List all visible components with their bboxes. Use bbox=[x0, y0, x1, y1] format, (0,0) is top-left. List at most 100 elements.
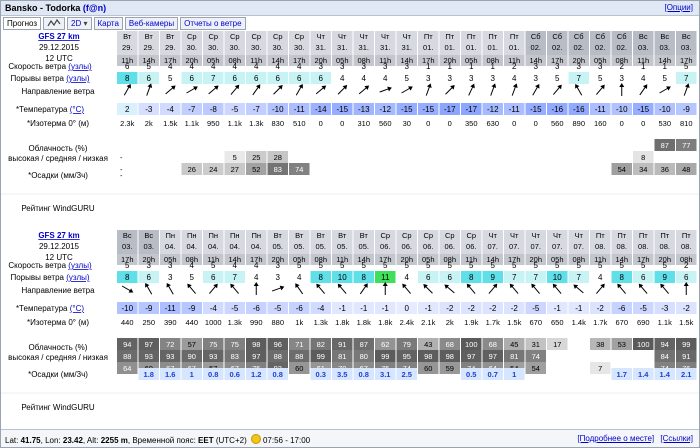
freezing-level-cell: 1.3k bbox=[314, 318, 328, 327]
wind-speed-cell: 1 bbox=[663, 62, 668, 71]
freezing-level-cell: 1.3k bbox=[228, 318, 242, 327]
wind-unit-link[interactable]: (узлы) bbox=[68, 261, 92, 270]
temperature-cell: -15 bbox=[637, 105, 649, 114]
day-label: Ср bbox=[466, 231, 476, 240]
wind-speed-label: Скорость ветра (узлы) bbox=[8, 62, 92, 71]
day-label: Ср bbox=[423, 231, 433, 240]
wind-speed-cell: 5 bbox=[340, 261, 345, 270]
wind-gust-cell: 5 bbox=[168, 74, 173, 83]
wind-gust-cell: 4 bbox=[254, 273, 259, 282]
day-label: Сб bbox=[552, 32, 562, 41]
wind-speed-cell: 5 bbox=[620, 261, 625, 270]
wind-unit-link[interactable]: (узлы) bbox=[68, 62, 92, 71]
day-label: Пт bbox=[424, 32, 433, 41]
wind-gust-cell: 8 bbox=[319, 273, 324, 282]
wind-speed-cell: 4 bbox=[190, 261, 195, 270]
temperature-cell: -11 bbox=[509, 105, 521, 114]
temperature-cell: -2 bbox=[683, 304, 691, 313]
temperature-cell: -8 bbox=[210, 105, 218, 114]
wind-speed-cell: 4 bbox=[211, 62, 216, 71]
wind-speed-cell: 4 bbox=[276, 62, 281, 71]
wind-direction-arrow-icon bbox=[402, 283, 411, 294]
freezing-level-cell: 0 bbox=[426, 119, 430, 128]
wind-direction-arrow-icon bbox=[382, 282, 388, 295]
temp-unit-link[interactable]: (°C) bbox=[70, 304, 85, 313]
freezing-level-cell: 670 bbox=[529, 318, 542, 327]
date-label: 02. bbox=[617, 43, 627, 52]
gust-unit-link[interactable]: (узлы) bbox=[66, 273, 90, 282]
precipitation-cell: 1.2 bbox=[251, 370, 261, 379]
day-label: Ср bbox=[187, 32, 197, 41]
temp-unit-link[interactable]: (°C) bbox=[70, 105, 85, 114]
temperature-cell: -13 bbox=[358, 105, 370, 114]
precipitation-cell: 0.8 bbox=[208, 370, 218, 379]
wind-speed-cell: 3 bbox=[362, 62, 367, 71]
day-label: Пт bbox=[617, 231, 626, 240]
freezing-level-cell: 1.8k bbox=[357, 318, 371, 327]
wind-gust-cell: 3 bbox=[168, 273, 173, 282]
model-link[interactable]: GFS 27 km bbox=[38, 231, 79, 240]
date-label: 29. bbox=[165, 43, 175, 52]
freezing-level-cell: 0 bbox=[641, 119, 645, 128]
wind-direction-arrow-icon bbox=[444, 284, 455, 294]
wind-speed-cell: 2 bbox=[620, 62, 625, 71]
cloud-cell: 90 bbox=[188, 352, 196, 361]
temperature-cell: -2 bbox=[446, 304, 454, 313]
wind-gust-cell: 8 bbox=[469, 273, 474, 282]
date-label: 08. bbox=[595, 242, 605, 251]
date-label: 02. bbox=[531, 43, 541, 52]
day-label: Чт bbox=[360, 32, 369, 41]
cloud-cell: 60 bbox=[295, 364, 303, 373]
temperature-cell: -5 bbox=[532, 304, 540, 313]
temperature-cell: -1 bbox=[360, 304, 368, 313]
day-label: Пт bbox=[488, 32, 497, 41]
wind-direction-arrow-icon bbox=[488, 283, 498, 294]
wind-speed-cell: 5 bbox=[534, 261, 539, 270]
more-about-spot-link[interactable]: [Подробнее о месте] bbox=[577, 434, 654, 443]
date-label: 08. bbox=[638, 242, 648, 251]
wind-speed-cell: 4 bbox=[297, 62, 302, 71]
precipitation-cell: 0.6 bbox=[230, 370, 240, 379]
wind-direction-arrow-icon bbox=[638, 283, 648, 294]
gust-unit-link[interactable]: (узлы) bbox=[66, 74, 90, 83]
wind-direction-arrow-icon bbox=[425, 83, 432, 96]
cloud-cell: 27 bbox=[231, 165, 239, 174]
freezing-level-cell: 2.1k bbox=[421, 318, 435, 327]
timezone-offset: (UTC+2) bbox=[215, 436, 247, 445]
precipitation-cell: 1.7 bbox=[617, 370, 627, 379]
freezing-level-cell: 690 bbox=[637, 318, 650, 327]
wind-direction-arrow-icon bbox=[573, 284, 584, 294]
day-label: Вт bbox=[274, 231, 283, 240]
wind-direction-arrow-icon bbox=[619, 83, 625, 96]
precipitation-cell: 0.8 bbox=[273, 370, 283, 379]
wind-direction-arrow-icon bbox=[273, 85, 283, 95]
precipitation-label: *Осадки (мм/3ч) bbox=[28, 370, 88, 379]
temperature-cell: -2 bbox=[468, 304, 476, 313]
day-label: Пт bbox=[596, 231, 605, 240]
precipitation-cell: 2.5 bbox=[402, 370, 412, 379]
wind-gust-cell: 9 bbox=[491, 273, 496, 282]
day-label: Сб bbox=[617, 32, 627, 41]
cloud-cell: 97 bbox=[489, 352, 497, 361]
cloud-cell: 81 bbox=[510, 352, 518, 361]
wind-direction-arrow-icon bbox=[186, 86, 198, 94]
temperature-cell: -1 bbox=[554, 304, 562, 313]
wind-direction-arrow-icon bbox=[596, 84, 605, 95]
model-link[interactable]: GFS 27 km bbox=[38, 32, 79, 41]
freezing-level-cell: 160 bbox=[594, 119, 607, 128]
date-label: 08. bbox=[681, 242, 691, 251]
freezing-level-cell: 0 bbox=[512, 119, 516, 128]
date-label: 31. bbox=[380, 43, 390, 52]
cloud-cell: 99 bbox=[317, 352, 325, 361]
wind-direction-arrow-icon bbox=[617, 283, 626, 294]
cloud-cell: 100 bbox=[637, 340, 650, 349]
temperature-cell: -4 bbox=[167, 105, 175, 114]
links-link[interactable]: [Ссылки] bbox=[660, 434, 693, 443]
wind-speed-cell: 5 bbox=[469, 261, 474, 270]
date-label: 04. bbox=[165, 242, 175, 251]
wind-direction-label: Направление ветра bbox=[21, 286, 95, 295]
temperature-cell: -9 bbox=[145, 304, 153, 313]
cloud-cell: 54 bbox=[532, 364, 540, 373]
freezing-level-cell: 440 bbox=[121, 318, 134, 327]
date-label: 04. bbox=[187, 242, 197, 251]
